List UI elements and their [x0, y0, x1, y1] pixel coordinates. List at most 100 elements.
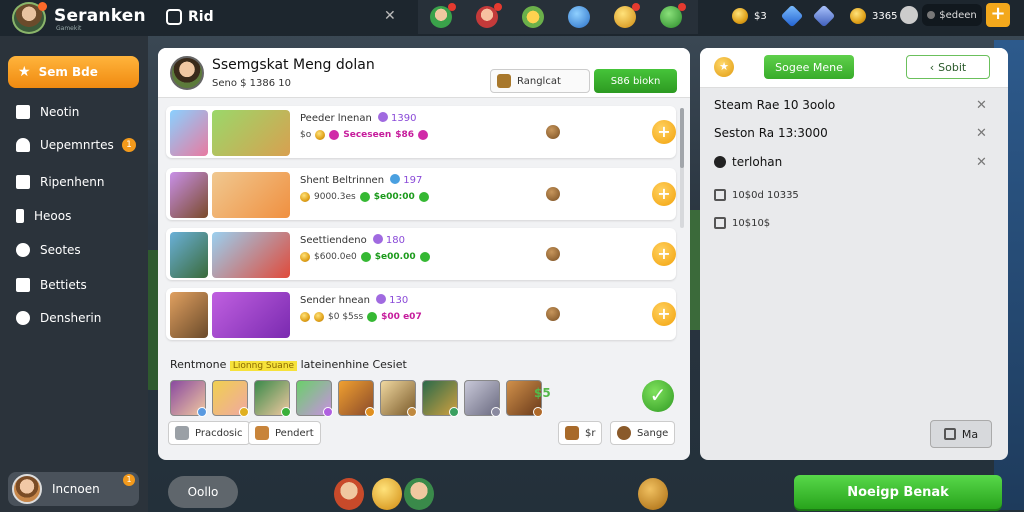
hero-icon[interactable]	[430, 3, 456, 28]
roster-character[interactable]	[338, 380, 375, 417]
tab-active-side[interactable]: Sogee Mene	[764, 55, 854, 79]
potion-icon[interactable]	[660, 3, 686, 28]
currency-icon	[927, 11, 936, 19]
add-currency-button[interactable]: +	[986, 3, 1010, 27]
bottom-character-icon[interactable]	[334, 478, 364, 510]
side-list-item[interactable]: Seston Ra 13:3000	[714, 126, 828, 140]
tab-active[interactable]: Rid	[160, 0, 410, 34]
sidebar-item-6[interactable]: Densherin	[16, 306, 101, 330]
shield-gem-icon[interactable]	[812, 4, 836, 28]
character-avatar[interactable]	[170, 56, 204, 90]
roster-character[interactable]	[296, 380, 333, 417]
bottom-bag-icon[interactable]	[638, 478, 668, 510]
sidebar-item-label: Seotes	[40, 243, 81, 257]
rank-icon	[281, 407, 291, 417]
rank-icon	[407, 407, 417, 417]
side-list-item[interactable]: terlohan	[714, 155, 782, 169]
filter-chip[interactable]: Sange	[610, 421, 676, 445]
side-panel-button[interactable]: Ma	[930, 420, 992, 448]
user-profile-button[interactable]: Incnoen 1	[8, 472, 139, 506]
sidebar-item-4[interactable]: Seotes	[16, 238, 81, 262]
sidebar-primary-button[interactable]: ★ Sem Bde	[8, 56, 139, 88]
scrollbar-thumb[interactable]	[680, 108, 684, 168]
rank-icon	[197, 407, 207, 417]
row-meta: $0 $5ss $00 e07	[300, 312, 422, 322]
close-icon[interactable]: ✕	[976, 126, 987, 141]
add-button[interactable]: +	[652, 182, 676, 206]
filter-chip[interactable]: $r	[558, 421, 603, 445]
globe-icon[interactable]	[568, 6, 590, 28]
add-button[interactable]: +	[652, 242, 676, 266]
gem-icon	[367, 312, 378, 322]
side-item-label: Seston Ra 13:3000	[714, 126, 828, 140]
side-panel-button-label: Ma	[961, 427, 979, 441]
search-input[interactable]: Ranglcat	[490, 69, 590, 93]
settings-icon[interactable]	[900, 6, 918, 24]
row-title-text: Sender hnean	[300, 295, 370, 306]
character-thumb	[170, 172, 208, 218]
page-subtitle: Seno $ 1386 10	[212, 78, 292, 89]
side-list-item[interactable]: Steam Rae 10 3oolo	[714, 98, 835, 112]
team-thumb	[212, 110, 290, 156]
row-score: Seceseen	[343, 130, 392, 140]
main-header: Ssemgskat Meng dolan Seno $ 1386 10 Rang…	[158, 48, 690, 98]
rank-icon	[491, 407, 501, 417]
add-button[interactable]: +	[652, 120, 676, 144]
bottom-coin-icon[interactable]	[372, 478, 402, 510]
row-level: 130	[389, 295, 409, 306]
sidebar-item-2[interactable]: Ripenhenn	[16, 170, 104, 194]
gear-icon	[16, 243, 30, 257]
bottom-cta-button[interactable]: Noeigp Benak	[794, 475, 1002, 509]
rank-icon	[449, 407, 459, 417]
gear-icon	[175, 426, 189, 440]
list-item[interactable]: Peeder lnenan 1390 $o Seceseen $86 +	[166, 106, 676, 158]
link-icon	[714, 217, 726, 229]
close-icon[interactable]: ✕	[976, 155, 987, 170]
acorn-icon	[617, 426, 631, 440]
reward-label: Rentmone	[170, 358, 227, 371]
player-avatar[interactable]	[12, 2, 47, 34]
roster-character[interactable]	[464, 380, 501, 417]
roster-character[interactable]	[212, 380, 249, 417]
sword-icon[interactable]	[522, 6, 544, 28]
chest-icon	[16, 175, 30, 189]
bottom-pill-button[interactable]: Oollo	[168, 476, 238, 508]
roster-character[interactable]	[422, 380, 459, 417]
roster-character[interactable]	[380, 380, 417, 417]
gem-icon	[418, 192, 429, 202]
row-score: $e00.00	[374, 252, 416, 262]
roster-character[interactable]	[170, 380, 207, 417]
coin-icon	[300, 312, 310, 322]
side-list-item[interactable]: 10$10$	[714, 217, 770, 229]
sidebar-item-0[interactable]: Neotin	[16, 100, 79, 124]
filter-chip[interactable]: Pracdosic	[168, 421, 250, 445]
bottom-hero-icon[interactable]	[404, 478, 434, 510]
row-score: $e00:00	[373, 192, 415, 202]
add-button[interactable]: +	[652, 302, 676, 326]
gem-icon[interactable]	[780, 4, 804, 28]
list-item[interactable]: Shent Beltrinnen 197 9000.3es $e00:00 +	[166, 168, 676, 220]
sidebar-item-badge: 1	[122, 138, 136, 152]
acorn-icon	[255, 426, 269, 440]
currency-pill[interactable]: $edeen	[922, 4, 982, 26]
warrior-icon[interactable]	[476, 3, 502, 28]
roster-character[interactable]	[254, 380, 291, 417]
close-icon[interactable]: ✕	[384, 8, 396, 24]
list-item[interactable]: Seettiendeno 180 $600.0e0 $e00.00 +	[166, 228, 676, 280]
main-panel: Ssemgskat Meng dolan Seno $ 1386 10 Rang…	[158, 48, 690, 460]
sidebar-item-5[interactable]: Bettiets	[16, 273, 87, 297]
sidebar-item-3[interactable]: Heoos	[16, 204, 71, 228]
gold-value: 3365	[872, 10, 898, 22]
roster-more-indicator[interactable]: $5	[534, 386, 551, 400]
star-icon[interactable]: ★	[714, 57, 734, 77]
coin-bag-icon[interactable]	[614, 3, 640, 28]
close-icon[interactable]: ✕	[976, 98, 987, 113]
sidebar-item-1[interactable]: Uepemnrtes	[16, 133, 114, 157]
filter-chip[interactable]: Pendert	[248, 421, 321, 445]
side-list-item[interactable]: 10$0d 10335	[714, 189, 799, 201]
confirm-check-button[interactable]: ✓	[642, 380, 674, 412]
list-item[interactable]: Sender hnean 130 $0 $5ss $00 e07 +	[166, 288, 676, 340]
tab-inactive-side[interactable]: ‹ Sobit	[906, 55, 990, 79]
chip-label: Pendert	[275, 427, 314, 439]
primary-action-button[interactable]: S86 biokn	[594, 69, 677, 93]
